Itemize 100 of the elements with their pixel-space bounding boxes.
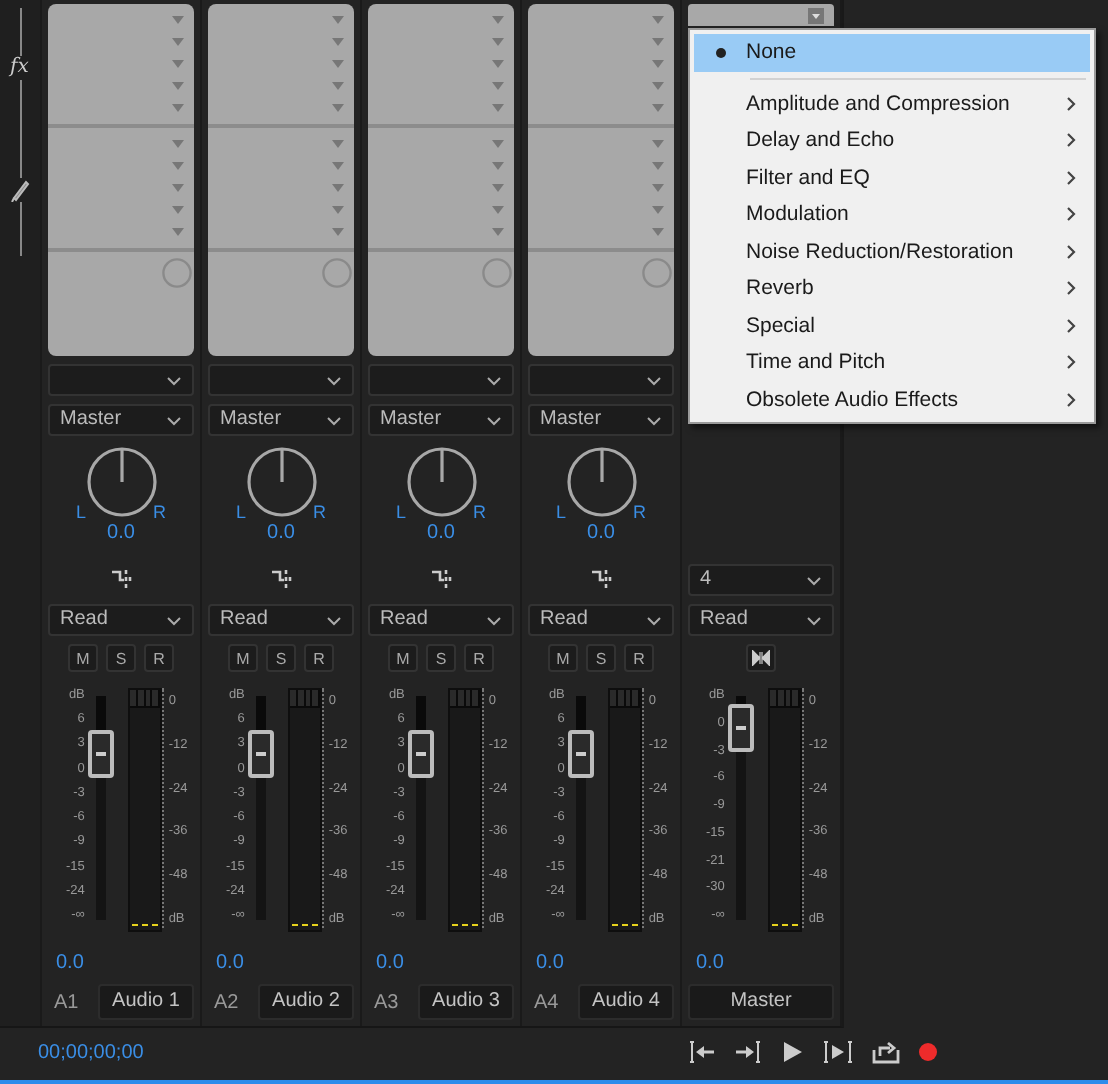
caret-icon[interactable] [172, 82, 184, 91]
send-dropdown[interactable]: Master [48, 404, 194, 436]
pan-knob[interactable] [565, 446, 637, 518]
caret-icon[interactable] [332, 15, 344, 24]
menu-item[interactable]: Filter and EQ [694, 159, 1090, 196]
automation-dropdown[interactable]: Read [528, 604, 674, 636]
pan-knob[interactable] [85, 446, 157, 518]
send-knob-icon[interactable] [642, 258, 672, 288]
timecode[interactable]: 00;00;00;00 [38, 1041, 688, 1063]
caret-icon[interactable] [652, 228, 664, 237]
automation-dropdown[interactable]: Read [48, 604, 194, 636]
track-toggle-button[interactable]: M [228, 644, 258, 672]
menu-item[interactable]: Special [694, 307, 1090, 344]
track-toggle-button[interactable]: M [388, 644, 418, 672]
menu-item[interactable]: None [694, 34, 1090, 71]
track-toggle-button[interactable]: R [144, 644, 174, 672]
play-icon[interactable] [780, 1040, 804, 1064]
track-toggle-button[interactable]: R [464, 644, 494, 672]
effect-dropdown[interactable] [688, 4, 834, 26]
caret-icon[interactable] [652, 37, 664, 46]
send-dropdown[interactable]: Master [368, 404, 514, 436]
caret-icon[interactable] [652, 139, 664, 148]
dropdown[interactable] [208, 364, 354, 396]
menu-item[interactable]: Delay and Echo [694, 122, 1090, 159]
menu-item[interactable]: Reverb [694, 270, 1090, 307]
caret-icon[interactable] [332, 183, 344, 192]
automation-icon[interactable] [591, 570, 611, 590]
menu-item[interactable]: Modulation [694, 196, 1090, 233]
caret-icon[interactable] [492, 15, 504, 24]
track-toggle-button[interactable]: S [266, 644, 296, 672]
track-name[interactable]: Audio 3 [418, 984, 514, 1020]
track-toggle-button[interactable]: M [68, 644, 98, 672]
track-name[interactable]: Audio 2 [258, 984, 354, 1020]
caret-icon[interactable] [332, 82, 344, 91]
go-to-in-icon[interactable] [688, 1040, 716, 1064]
caret-icon[interactable] [172, 161, 184, 170]
caret-icon[interactable] [652, 15, 664, 24]
play-in-to-out-icon[interactable] [822, 1040, 854, 1064]
caret-icon[interactable] [172, 228, 184, 237]
caret-icon[interactable] [172, 59, 184, 68]
caret-icon[interactable] [332, 161, 344, 170]
caret-icon[interactable] [492, 139, 504, 148]
automation-dropdown[interactable]: Read [368, 604, 514, 636]
track-toggle-button[interactable]: S [106, 644, 136, 672]
fader-handle[interactable] [728, 703, 755, 752]
track-toggle-button[interactable]: R [304, 644, 334, 672]
caret-icon[interactable] [172, 206, 184, 215]
menu-item[interactable]: Obsolete Audio Effects [694, 381, 1090, 418]
record-icon[interactable] [918, 1042, 938, 1062]
track-toggle-button[interactable]: M [548, 644, 578, 672]
caret-icon[interactable] [332, 139, 344, 148]
link-button[interactable] [746, 644, 776, 672]
caret-icon[interactable] [652, 206, 664, 215]
caret-icon[interactable] [332, 228, 344, 237]
caret-icon[interactable] [172, 15, 184, 24]
track-name[interactable]: Audio 4 [578, 984, 674, 1020]
caret-icon[interactable] [492, 104, 504, 113]
fader-handle[interactable] [88, 730, 115, 779]
automation-dropdown[interactable]: Read [688, 604, 834, 636]
track-toggle-button[interactable]: R [624, 644, 654, 672]
caret-icon[interactable] [652, 104, 664, 113]
dropdown[interactable] [528, 364, 674, 396]
caret-icon[interactable] [652, 82, 664, 91]
send-knob-icon[interactable] [162, 258, 192, 288]
track-toggle-button[interactable]: S [426, 644, 456, 672]
pan-knob[interactable] [245, 446, 317, 518]
caret-icon[interactable] [492, 206, 504, 215]
caret-icon[interactable] [652, 59, 664, 68]
dropdown[interactable] [368, 364, 514, 396]
caret-icon[interactable] [652, 161, 664, 170]
fader-handle[interactable] [248, 730, 275, 779]
pan-knob[interactable] [405, 446, 477, 518]
send-dropdown[interactable]: Master [208, 404, 354, 436]
menu-item[interactable]: Amplitude and Compression [694, 85, 1090, 122]
caret-icon[interactable] [492, 161, 504, 170]
send-knob-icon[interactable] [322, 258, 352, 288]
track-toggle-button[interactable]: S [586, 644, 616, 672]
caret-icon[interactable] [332, 206, 344, 215]
caret-icon[interactable] [492, 82, 504, 91]
caret-icon[interactable] [332, 37, 344, 46]
automation-icon[interactable] [111, 570, 131, 590]
caret-icon[interactable] [332, 104, 344, 113]
automation-icon[interactable] [431, 570, 451, 590]
track-name[interactable]: Master [688, 984, 834, 1020]
caret-icon[interactable] [332, 59, 344, 68]
caret-icon[interactable] [172, 183, 184, 192]
caret-icon[interactable] [172, 139, 184, 148]
fader-handle[interactable] [568, 730, 595, 779]
caret-icon[interactable] [492, 183, 504, 192]
caret-icon[interactable] [492, 37, 504, 46]
caret-icon[interactable] [492, 59, 504, 68]
automation-icon[interactable] [271, 570, 291, 590]
caret-icon[interactable] [172, 104, 184, 113]
loop-icon[interactable] [872, 1040, 900, 1064]
send-knob-icon[interactable] [482, 258, 512, 288]
track-name[interactable]: Audio 1 [98, 984, 194, 1020]
caret-icon[interactable] [652, 183, 664, 192]
menu-item[interactable]: Time and Pitch [694, 344, 1090, 381]
fader-handle[interactable] [408, 730, 435, 779]
automation-dropdown[interactable]: Read [208, 604, 354, 636]
